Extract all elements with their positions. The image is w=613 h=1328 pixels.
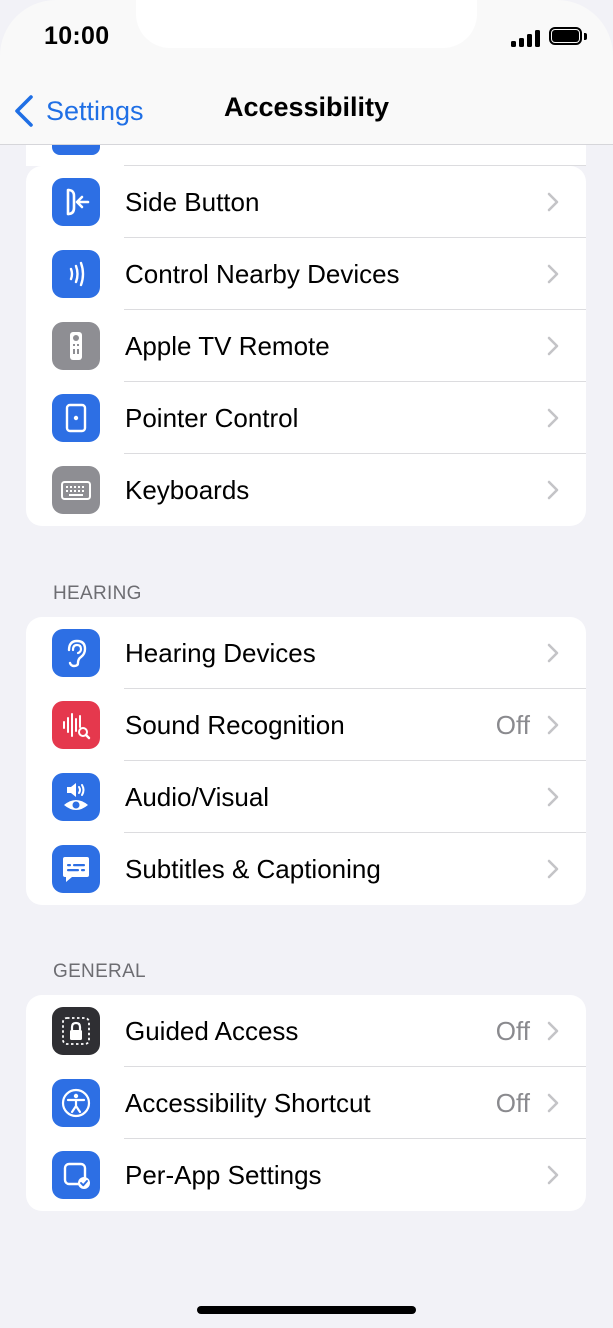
cellular-signal-icon [511, 29, 541, 47]
chevron-right-icon [547, 264, 559, 284]
chevron-right-icon [547, 192, 559, 212]
list-item-label: Control Nearby Devices [125, 258, 400, 289]
keyboard-icon [52, 466, 100, 514]
group-interaction: Side Button Control Nearby Devices Apple… [26, 166, 586, 526]
ear-icon [52, 629, 100, 677]
pointer-control-icon [52, 394, 100, 442]
group-hearing: Hearing Devices Sound Recognition Off Au… [26, 617, 586, 905]
screen: 10:00 Settings Accessibility Side Button… [0, 0, 613, 1328]
list-item-hearing-devices[interactable]: Hearing Devices [26, 617, 586, 689]
list-item-value: Off [495, 709, 530, 740]
list-item-side-button[interactable]: Side Button [26, 166, 586, 238]
list-item-keyboards[interactable]: Keyboards [26, 454, 586, 526]
list-item-value: Off [495, 1087, 530, 1118]
list-item-apple-tv-remote[interactable]: Apple TV Remote [26, 310, 586, 382]
home-indicator[interactable] [197, 1306, 416, 1314]
sound-recognition-icon [52, 701, 100, 749]
chevron-right-icon [547, 1165, 559, 1185]
battery-icon [549, 27, 587, 47]
section-header-hearing: HEARING [53, 583, 142, 604]
chevron-right-icon [547, 787, 559, 807]
tv-remote-icon [52, 322, 100, 370]
list-item-pointer-control[interactable]: Pointer Control [26, 382, 586, 454]
list-item-label: Subtitles & Captioning [125, 853, 381, 884]
list-item-value: Off [495, 1015, 530, 1046]
list-item-label: Per-App Settings [125, 1159, 322, 1190]
list-item-label: Accessibility Shortcut [125, 1087, 371, 1118]
audio-visual-icon [52, 773, 100, 821]
chevron-right-icon [547, 1093, 559, 1113]
chevron-right-icon [547, 1021, 559, 1041]
navigation-bar: Settings Accessibility [0, 78, 613, 145]
list-item-subtitles-captioning[interactable]: Subtitles & Captioning [26, 833, 586, 905]
list-item-sound-recognition[interactable]: Sound Recognition Off [26, 689, 586, 761]
list-item-label: Hearing Devices [125, 637, 316, 668]
list-item-label: Guided Access [125, 1015, 299, 1046]
notch [136, 0, 477, 48]
side-button-icon [52, 178, 100, 226]
subtitles-icon [52, 845, 100, 893]
chevron-right-icon [547, 480, 559, 500]
list-item-accessibility-shortcut[interactable]: Accessibility Shortcut Off [26, 1067, 586, 1139]
list-item-control-nearby-devices[interactable]: Control Nearby Devices [26, 238, 586, 310]
list-item-label: Sound Recognition [125, 709, 345, 740]
guided-access-icon [52, 1007, 100, 1055]
list-item-label: Apple TV Remote [125, 330, 330, 361]
list-item-label: Pointer Control [125, 402, 299, 433]
partially-scrolled-row [26, 145, 586, 166]
per-app-icon [52, 1151, 100, 1199]
list-item-guided-access[interactable]: Guided Access Off [26, 995, 586, 1067]
nearby-devices-icon [52, 250, 100, 298]
section-header-general: GENERAL [53, 961, 146, 982]
accessibility-icon [52, 1079, 100, 1127]
status-time: 10:00 [44, 22, 110, 50]
chevron-right-icon [547, 408, 559, 428]
chevron-right-icon [547, 643, 559, 663]
list-item-label: Keyboards [125, 474, 250, 505]
status-bar: 10:00 [0, 0, 613, 78]
chevron-right-icon [547, 336, 559, 356]
chevron-right-icon [547, 715, 559, 735]
page-title: Accessibility [223, 92, 390, 122]
chevron-right-icon [547, 859, 559, 879]
list-item-audio-visual[interactable]: Audio/Visual [26, 761, 586, 833]
group-general: Guided Access Off Accessibility Shortcut… [26, 995, 586, 1211]
list-item-label: Audio/Visual [125, 781, 270, 812]
list-item-label: Side Button [125, 186, 260, 217]
list-item-per-app-settings[interactable]: Per-App Settings [26, 1139, 586, 1211]
